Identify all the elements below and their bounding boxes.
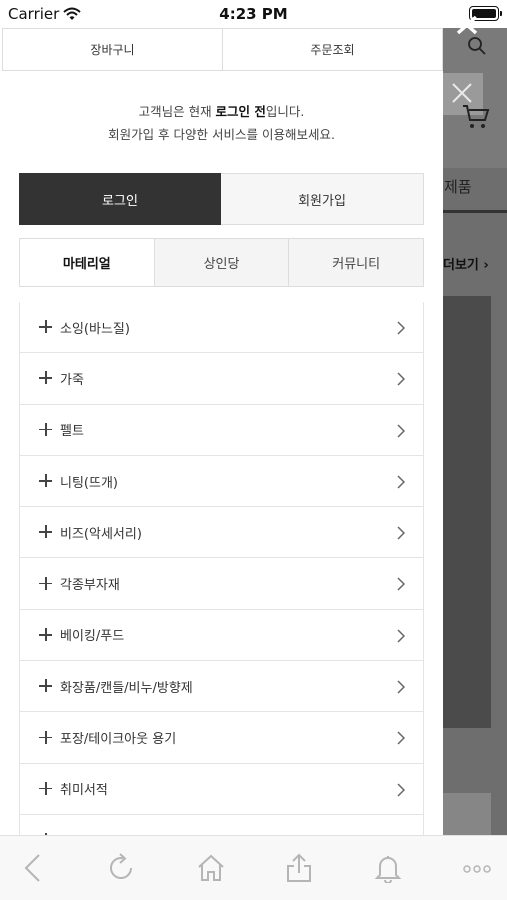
cart-link[interactable]: 장바구니 <box>3 29 222 70</box>
menu-item-label: 니팅(뜨개) <box>60 475 118 491</box>
back-icon[interactable] <box>22 853 44 887</box>
side-menu-panel: 장바구니 주문조회 고객님은 현재 로그인 전입니다. 회원가입 후 다양한 서… <box>0 28 443 835</box>
plus-icon <box>39 627 53 642</box>
menu-item-beads[interactable]: 비즈(악세서리) <box>20 507 423 559</box>
chevron-right-icon <box>397 730 406 749</box>
menu-item-felt[interactable]: 펠트 <box>20 405 423 456</box>
chevron-right-icon <box>397 782 406 801</box>
menu-item-sewing[interactable]: 소잉(바느질) <box>20 302 423 354</box>
menu-item-label: 화장품/캔들/비누/방향제 <box>60 680 193 696</box>
cart-icon <box>461 102 491 136</box>
background-page: 제품 더보기 › <box>443 28 507 835</box>
tab-community[interactable]: 커뮤니티 <box>288 239 424 286</box>
menu-item-leather[interactable]: 가죽 <box>20 353 423 405</box>
menu-item-label: 포장/테이크아웃 용기 <box>60 732 177 748</box>
background-more-label: 더보기 › <box>443 258 489 273</box>
clock: 4:23 PM <box>219 5 288 23</box>
close-icon[interactable] <box>455 14 479 40</box>
notice-line-2: 회원가입 후 다양한 서비스를 이용해보세요. <box>108 127 335 142</box>
chevron-right-icon <box>397 628 406 647</box>
notice-line-1: 고객님은 현재 로그인 전입니다. <box>0 100 443 123</box>
chevron-right-icon <box>397 371 406 390</box>
background-underline <box>443 210 507 213</box>
tab-merchant[interactable]: 상인당 <box>153 239 289 286</box>
status-bar: Carrier 4:23 PM <box>0 0 507 28</box>
menu-item-label: 소잉(바느질) <box>60 321 130 337</box>
more-text: 더보기 <box>443 258 479 273</box>
plus-icon <box>39 679 53 693</box>
plus-icon <box>39 781 53 796</box>
menu-item-supplies[interactable]: 각종부자재 <box>20 558 423 610</box>
chevron-right-icon <box>397 474 406 493</box>
menu-item-knitting[interactable]: 니팅(뜨개) <box>20 456 423 508</box>
top-links: 장바구니 주문조회 <box>2 28 443 71</box>
plus-icon <box>39 320 53 334</box>
notice-suffix: 입니다. <box>265 104 305 119</box>
menu-item-label: 펠트 <box>60 424 84 440</box>
plus-icon <box>39 525 53 539</box>
menu-item-books[interactable]: 취미서적 <box>20 764 423 815</box>
home-icon[interactable] <box>196 853 226 887</box>
menu-item-label: 취미서적 <box>60 783 108 799</box>
menu-item-partial[interactable] <box>20 815 423 835</box>
refresh-icon[interactable] <box>107 853 137 887</box>
menu-item-label: 비즈(악세서리) <box>60 526 142 542</box>
plus-icon <box>39 422 53 437</box>
background-block <box>443 793 491 835</box>
auth-buttons: 로그인 회원가입 <box>19 173 424 225</box>
background-product-label: 제품 <box>444 178 472 196</box>
chevron-right-icon <box>397 679 406 698</box>
category-tabs: 마테리얼 상인당 커뮤니티 <box>19 238 424 287</box>
menu-item-label: 베이킹/푸드 <box>60 629 125 645</box>
order-lookup-link[interactable]: 주문조회 <box>222 29 442 70</box>
bottom-toolbar <box>0 835 507 900</box>
plus-icon <box>39 474 53 488</box>
chevron-right-icon <box>397 525 406 544</box>
notice-prefix: 고객님은 현재 <box>138 104 216 119</box>
chevron-right-icon <box>397 576 406 595</box>
login-notice: 고객님은 현재 로그인 전입니다. 회원가입 후 다양한 서비스를 이용해보세요… <box>0 100 443 146</box>
signup-button[interactable]: 회원가입 <box>221 173 424 225</box>
login-button[interactable]: 로그인 <box>19 173 221 225</box>
more-icon[interactable] <box>463 859 491 878</box>
menu-item-cosmetics[interactable]: 화장품/캔들/비누/방향제 <box>20 661 423 713</box>
menu-item-label: 가죽 <box>60 372 84 388</box>
plus-icon <box>39 371 53 385</box>
share-icon[interactable] <box>284 853 314 887</box>
menu-item-label: 각종부자재 <box>60 578 120 594</box>
category-menu: 소잉(바느질) 가죽 펠트 니팅(뜨개) 비즈(악세서리) 각종부자재 베이킹/… <box>19 302 424 835</box>
chevron-right-icon <box>397 423 406 442</box>
notice-bold: 로그인 전 <box>215 104 266 119</box>
tab-material[interactable]: 마테리얼 <box>20 239 154 286</box>
background-banner <box>443 296 491 728</box>
plus-icon <box>39 730 53 745</box>
bell-icon[interactable] <box>373 853 403 887</box>
menu-item-packaging[interactable]: 포장/테이크아웃 용기 <box>20 712 423 764</box>
plus-icon <box>39 576 53 591</box>
menu-item-baking[interactable]: 베이킹/푸드 <box>20 610 423 662</box>
chevron-right-icon <box>397 320 406 339</box>
